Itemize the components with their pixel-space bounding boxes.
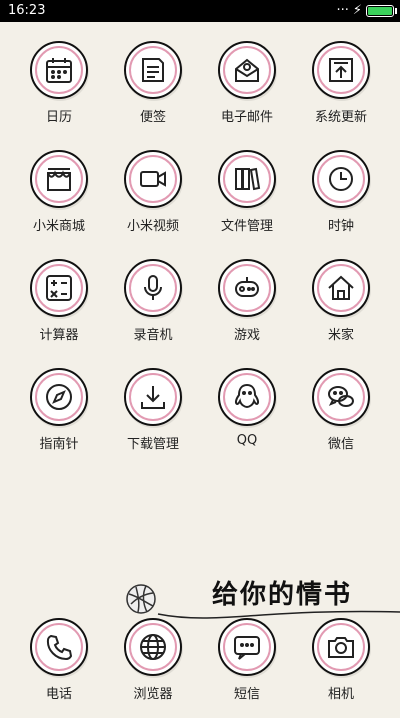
- app-mi-store[interactable]: 小米商城: [14, 150, 104, 250]
- app-label: 电话: [45, 687, 72, 702]
- app-file-manager[interactable]: 文件管理: [202, 150, 292, 250]
- update-icon: [329, 58, 353, 82]
- app-label: 小米视频: [126, 219, 179, 234]
- app-grid: 日历 便签 电子邮件 系统更新 小米商城 小米视频 文件管理 时钟 计算器 录音…: [0, 0, 400, 711]
- app-label: 小米商城: [32, 219, 85, 234]
- app-label: 米家: [327, 328, 354, 343]
- phone-icon: [46, 634, 73, 661]
- email-icon: [235, 58, 259, 82]
- camera-icon: [328, 637, 354, 658]
- app-label: 文件管理: [220, 219, 273, 234]
- app-label: 短信: [233, 687, 260, 702]
- calendar-icon: [46, 58, 72, 83]
- app-label: 微信: [327, 437, 354, 452]
- app-label: 便签: [139, 110, 166, 125]
- download-icon: [141, 386, 165, 409]
- app-compass[interactable]: 指南针: [14, 368, 104, 468]
- message-icon: [234, 636, 260, 660]
- clock-icon: [329, 167, 353, 191]
- app-clock[interactable]: 时钟: [296, 150, 386, 250]
- app-label: 录音机: [133, 328, 173, 343]
- calculator-icon: [46, 275, 72, 301]
- app-mi-video[interactable]: 小米视频: [108, 150, 198, 250]
- app-label: 游戏: [233, 328, 260, 343]
- video-icon: [140, 171, 166, 187]
- app-recorder[interactable]: 录音机: [108, 259, 198, 359]
- app-label: 下载管理: [126, 437, 179, 452]
- wechat-icon: [328, 386, 354, 407]
- game-icon: [235, 277, 259, 297]
- app-label: 系统更新: [314, 110, 367, 125]
- app-qq[interactable]: QQ: [202, 368, 292, 468]
- files-icon: [235, 167, 261, 191]
- app-label: 时钟: [327, 219, 354, 234]
- dock-phone[interactable]: 电话: [14, 618, 104, 718]
- home-icon: [328, 275, 354, 300]
- app-label: 浏览器: [133, 687, 173, 702]
- browser-icon: [140, 634, 166, 660]
- app-system-update[interactable]: 系统更新: [296, 41, 386, 141]
- app-label: 指南针: [39, 437, 79, 452]
- dock-camera[interactable]: 相机: [296, 618, 386, 718]
- app-game[interactable]: 游戏: [202, 259, 292, 359]
- dock-browser[interactable]: 浏览器: [108, 618, 198, 718]
- app-label: 相机: [327, 687, 354, 702]
- recorder-icon: [144, 275, 162, 300]
- app-label: 日历: [45, 110, 72, 125]
- app-label: 计算器: [39, 328, 79, 343]
- notes-icon: [142, 58, 164, 82]
- qq-icon: [234, 383, 260, 409]
- app-calculator[interactable]: 计算器: [14, 259, 104, 359]
- app-email[interactable]: 电子邮件: [202, 41, 292, 141]
- app-downloads[interactable]: 下载管理: [108, 368, 198, 468]
- app-label: 电子邮件: [220, 110, 273, 125]
- app-label: QQ: [236, 433, 258, 448]
- app-wechat[interactable]: 微信: [296, 368, 386, 468]
- dock-messages[interactable]: 短信: [202, 618, 292, 718]
- app-calendar[interactable]: 日历: [14, 41, 104, 141]
- compass-icon: [46, 384, 72, 410]
- app-mi-home[interactable]: 米家: [296, 259, 386, 359]
- app-notes[interactable]: 便签: [108, 41, 198, 141]
- store-icon: [47, 168, 71, 191]
- decoration-text: 给你的情书: [212, 580, 353, 610]
